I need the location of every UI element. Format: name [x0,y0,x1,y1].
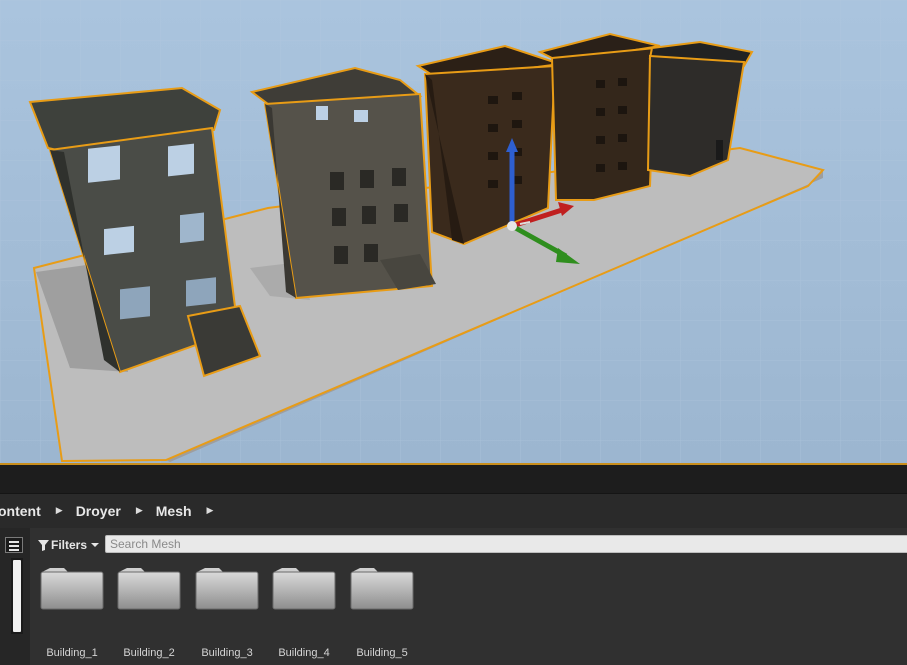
level-viewport[interactable] [0,0,907,463]
folder-icon [272,568,336,610]
building-4-mesh[interactable] [537,32,661,201]
chevron-down-icon [91,543,100,547]
folder-tile[interactable]: Building_3 [192,566,262,660]
asset-view: Filters Building_1 Building_2 Building_3 Bu… [0,528,907,665]
folder-label: Building_1 [46,647,98,659]
breadcrumb-item-content[interactable]: ontent [0,503,41,519]
folder-icon [195,568,259,610]
breadcrumb-chevron-icon[interactable]: ▶ [56,506,63,516]
breadcrumb-item-droyer[interactable]: Droyer [76,503,121,519]
breadcrumb-item-mesh[interactable]: Mesh [156,503,192,519]
content-browser-toolbar [0,465,907,494]
breadcrumb-chevron-icon[interactable]: ▶ [207,506,214,516]
content-browser: ontent ▶ Droyer ▶ Mesh ▶ Filters Buildin… [0,465,907,665]
folder-tile[interactable]: Building_4 [269,566,339,660]
folder-tile[interactable]: Building_5 [347,566,417,660]
sources-panel-edge [0,528,30,665]
scrollbar-thumb[interactable] [13,560,21,632]
folder-icon [40,568,104,610]
breadcrumb: ontent ▶ Droyer ▶ Mesh ▶ [0,494,907,529]
folder-label: Building_2 [123,647,175,659]
folder-icon [350,568,414,610]
filter-funnel-icon [38,539,49,551]
folder-tile[interactable]: Building_1 [37,566,107,660]
view-options-icon[interactable] [5,537,23,553]
filters-button[interactable]: Filters [38,537,100,553]
folder-icon [117,568,181,610]
breadcrumb-chevron-icon[interactable]: ▶ [136,506,143,516]
folder-tile[interactable]: Building_2 [114,566,184,660]
folder-label: Building_3 [201,647,253,659]
folder-label: Building_4 [278,647,330,659]
search-input[interactable] [105,535,907,553]
filters-label: Filters [51,538,88,552]
folder-label: Building_5 [356,647,408,659]
